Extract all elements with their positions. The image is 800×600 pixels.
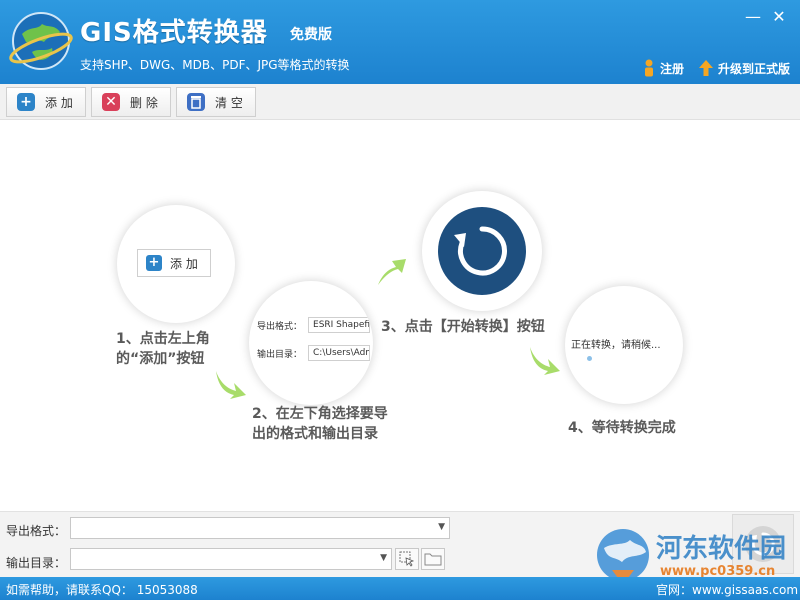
help-contact-text: 如需帮助，请联系QQ： 15053088 bbox=[6, 583, 198, 597]
illustration-export-value: ESRI Shapefile bbox=[308, 317, 371, 333]
browse-folder-button[interactable] bbox=[421, 548, 445, 570]
upgrade-label: 升级到正式版 bbox=[718, 61, 791, 76]
watermark-name: 河东软件园 bbox=[656, 534, 787, 564]
clear-button[interactable]: 清 空 bbox=[176, 87, 256, 117]
app-title: GIS格式转换器 bbox=[80, 18, 268, 48]
register-label: 注册 bbox=[660, 61, 685, 76]
plus-icon: + bbox=[146, 255, 162, 271]
step1-circle: + 添 加 bbox=[117, 205, 235, 323]
close-button[interactable]: ✕ bbox=[770, 8, 788, 26]
step2-line1: 2、在左下角选择要导 bbox=[252, 406, 388, 422]
upgrade-button[interactable]: 升级到正式版 bbox=[698, 58, 790, 78]
illustration-outdir-label: 输出目录： bbox=[257, 349, 303, 360]
chevron-down-icon: ▼ bbox=[438, 522, 445, 532]
pick-directory-button[interactable] bbox=[395, 548, 419, 570]
edition-label: 免费版 bbox=[290, 27, 332, 43]
refresh-icon bbox=[454, 226, 507, 276]
illustration-export-label: 导出格式： bbox=[257, 321, 303, 332]
step4-text: 4、等待转换完成 bbox=[568, 420, 676, 436]
arrow-step3-to-step4-icon bbox=[530, 347, 560, 375]
toolbar: + 添 加 ✕ 删 除 清 空 bbox=[0, 84, 800, 120]
globe-logo-icon bbox=[9, 12, 73, 70]
upgrade-arrow-icon bbox=[699, 60, 713, 76]
converting-text: 正在转换，请稍候... bbox=[571, 340, 661, 351]
step1-line1: 1、点击左上角 bbox=[116, 331, 210, 347]
add-button[interactable]: + 添 加 bbox=[6, 87, 86, 117]
illustration-add-label: 添 加 bbox=[170, 256, 198, 271]
export-format-label: 导出格式： bbox=[6, 524, 67, 538]
step4-circle: 正在转换，请稍候... bbox=[565, 286, 683, 404]
illustration-outdir-value: C:\Users\Adm bbox=[308, 345, 371, 361]
guide-area: + 添 加 导出格式： ESRI Shapefile 输出目录： C:\User… bbox=[0, 121, 800, 511]
export-format-select[interactable]: ▼ bbox=[70, 517, 450, 539]
arrow-step1-to-step2-icon bbox=[216, 371, 246, 399]
delete-label: 删 除 bbox=[130, 95, 158, 110]
trash-icon bbox=[187, 93, 205, 111]
cursor-pick-icon bbox=[399, 551, 415, 567]
step3-text: 3、点击【开始转换】按钮 bbox=[381, 319, 545, 335]
website-link[interactable]: 官网：www.gissaas.com bbox=[656, 581, 798, 598]
output-dir-label: 输出目录： bbox=[6, 556, 67, 570]
step1-line2: 的“添加”按钮 bbox=[116, 351, 205, 367]
plus-icon: + bbox=[17, 93, 35, 111]
add-label: 添 加 bbox=[45, 95, 73, 110]
clear-label: 清 空 bbox=[215, 95, 243, 110]
step2-text: 2、在左下角选择要导 出的格式和输出目录 bbox=[252, 404, 388, 444]
illustration-export-row: 导出格式： ESRI Shapefile bbox=[257, 317, 371, 333]
step3-circle bbox=[422, 191, 542, 311]
illustration-add-button: + 添 加 bbox=[137, 249, 211, 277]
register-button[interactable]: 注册 bbox=[642, 58, 684, 78]
refresh-disk bbox=[438, 207, 526, 295]
step1-text: 1、点击左上角 的“添加”按钮 bbox=[116, 329, 210, 369]
status-bar: 如需帮助，请联系QQ： 15053088 官网：www.gissaas.com bbox=[0, 577, 800, 600]
title-bar: GIS格式转换器 免费版 支持SHP、DWG、MDB、PDF、JPG等格式的转换… bbox=[0, 0, 800, 84]
progress-dot bbox=[587, 356, 592, 361]
step2-circle: 导出格式： ESRI Shapefile 输出目录： C:\Users\Adm bbox=[249, 281, 373, 405]
user-icon bbox=[645, 59, 653, 77]
app-subtitle: 支持SHP、DWG、MDB、PDF、JPG等格式的转换 bbox=[80, 58, 350, 72]
chevron-down-icon: ▼ bbox=[380, 553, 387, 563]
delete-button[interactable]: ✕ 删 除 bbox=[91, 87, 171, 117]
folder-icon bbox=[424, 553, 442, 566]
watermark-logo-icon bbox=[597, 529, 649, 581]
step2-line2: 出的格式和输出目录 bbox=[252, 426, 378, 442]
minimize-button[interactable]: — bbox=[744, 8, 762, 26]
output-dir-select[interactable]: ▼ bbox=[70, 548, 392, 570]
illustration-outdir-row: 输出目录： C:\Users\Adm bbox=[257, 345, 371, 361]
arrow-step2-to-step3-icon bbox=[378, 259, 406, 285]
delete-x-icon: ✕ bbox=[102, 93, 120, 111]
